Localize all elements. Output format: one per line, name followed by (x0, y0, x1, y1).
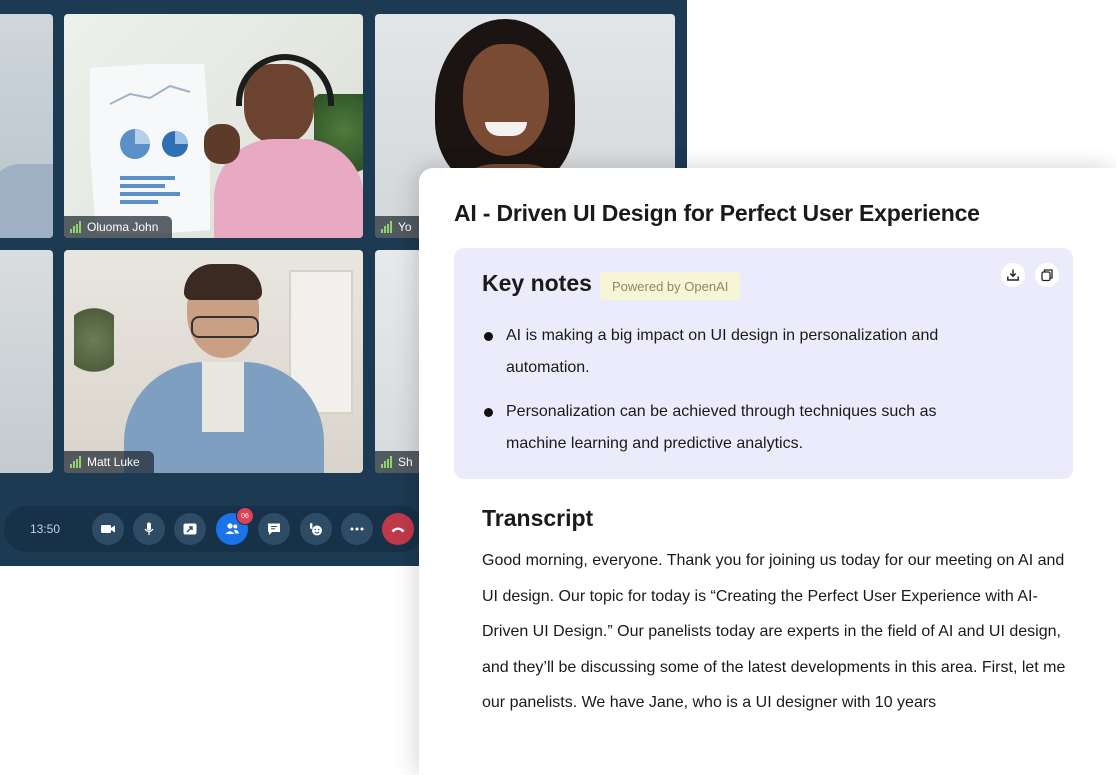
participant-tile-partial-left-top[interactable] (0, 14, 53, 238)
page-title: AI - Driven UI Design for Perfect User E… (454, 200, 980, 226)
list-item: Personalization can be achieved through … (482, 396, 952, 460)
participant-name: Yo (398, 220, 412, 234)
call-timer: 13:50 (30, 522, 61, 536)
hang-up-icon (391, 527, 405, 533)
participant-name-tag: Oluoma John (64, 216, 173, 238)
transcript-title: Transcript (482, 505, 594, 531)
signal-strength-icon (381, 456, 392, 468)
key-notes-list: AI is making a big impact on UI design i… (482, 320, 952, 472)
more-button[interactable] (341, 513, 373, 545)
share-screen-button[interactable] (174, 513, 206, 545)
reactions-icon (310, 523, 322, 536)
hang-up-button[interactable] (382, 513, 414, 545)
signal-strength-icon (70, 456, 81, 468)
signal-strength-icon (70, 221, 81, 233)
key-notes-card: Key notes Powered by OpenAI AI is making… (454, 248, 1073, 479)
download-button[interactable] (1001, 263, 1025, 287)
chat-button[interactable] (258, 513, 290, 545)
chart-paper-image (90, 64, 210, 234)
participant-tile-matt-luke[interactable]: Matt Luke (64, 250, 363, 473)
participant-name: Sh (398, 455, 413, 469)
video-button[interactable] (92, 513, 124, 545)
video-icon (101, 525, 115, 533)
participants-icon (225, 523, 239, 534)
signal-strength-icon (381, 221, 392, 233)
meeting-notes-panel: AI - Driven UI Design for Perfect User E… (419, 168, 1116, 775)
participant-name: Oluoma John (87, 220, 159, 234)
participant-name-tag: Yo (375, 216, 426, 238)
share-screen-icon (183, 523, 197, 535)
transcript-text: Good morning, everyone. Thank you for jo… (482, 552, 1066, 711)
reactions-button[interactable] (300, 513, 332, 545)
participant-tile-partial-left-bottom[interactable] (0, 250, 53, 473)
participant-name: Matt Luke (87, 455, 140, 469)
call-toolbar: 13:50 06 (4, 506, 424, 552)
more-icon (350, 527, 364, 531)
microphone-icon (144, 522, 154, 535)
download-icon (1007, 269, 1019, 281)
microphone-button[interactable] (133, 513, 165, 545)
chat-icon (268, 523, 280, 535)
participant-tile-oluoma-john[interactable]: Oluoma John (64, 14, 363, 238)
list-item: AI is making a big impact on UI design i… (482, 320, 952, 384)
participants-count-badge: 06 (236, 507, 254, 525)
key-notes-title: Key notes (482, 270, 592, 296)
copy-icon (1041, 269, 1053, 282)
participants-button[interactable]: 06 (216, 507, 254, 545)
powered-by-badge: Powered by OpenAI (600, 272, 741, 300)
copy-button[interactable] (1035, 263, 1059, 287)
participant-name-tag: Matt Luke (64, 451, 154, 473)
